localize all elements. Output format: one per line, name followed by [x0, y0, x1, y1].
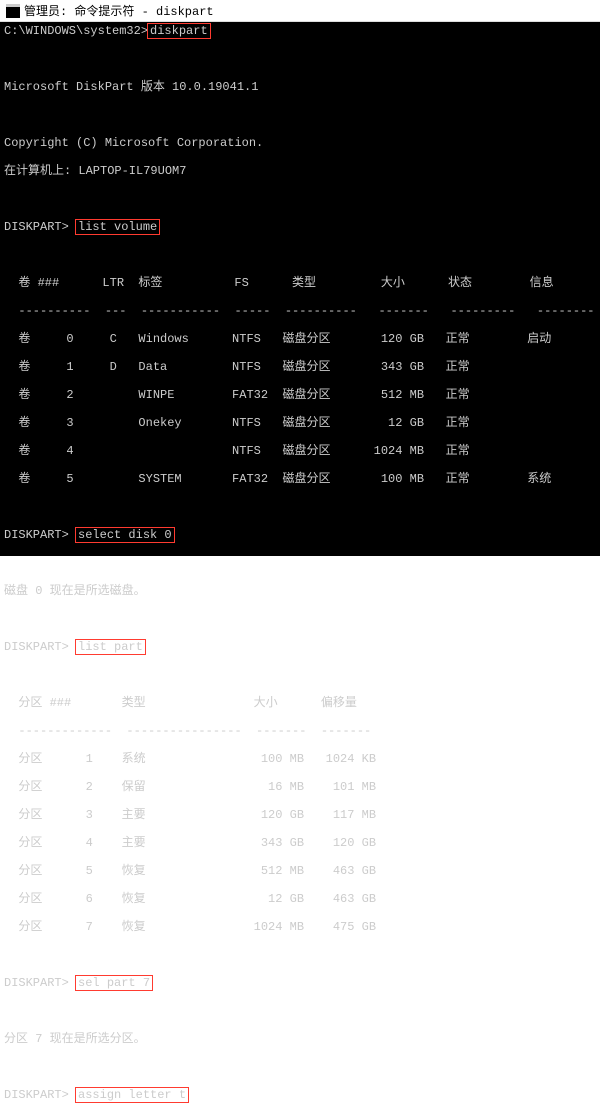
- prompt-path: C:\WINDOWS\system32>: [4, 24, 148, 38]
- blank-line: [4, 192, 596, 206]
- cmd-sel-part: sel part 7: [76, 976, 152, 990]
- blank-line: [4, 248, 596, 262]
- title-bar: 管理员: 命令提示符 - diskpart: [0, 0, 600, 22]
- diskpart-prompt: DISKPART>: [4, 1088, 76, 1102]
- blank-line: [4, 1060, 596, 1074]
- partition-separator: ------------- ---------------- ------- -…: [4, 724, 596, 738]
- volume-row: 卷 1 D Data NTFS 磁盘分区 343 GB 正常: [4, 360, 596, 374]
- blank-line: [4, 668, 596, 682]
- partition-row: 分区 4 主要 343 GB 120 GB: [4, 836, 596, 850]
- partition-row: 分区 5 恢复 512 MB 463 GB: [4, 864, 596, 878]
- blank-line: [4, 500, 596, 514]
- volume-row: 卷 3 Onekey NTFS 磁盘分区 12 GB 正常: [4, 416, 596, 430]
- volume-separator: ---------- --- ----------- ----- -------…: [4, 304, 596, 318]
- volume-row: 卷 2 WINPE FAT32 磁盘分区 512 MB 正常: [4, 388, 596, 402]
- cmd-diskpart: diskpart: [148, 24, 210, 38]
- copyright-line: Copyright (C) Microsoft Corporation.: [4, 136, 596, 150]
- disk-selected-msg: 磁盘 0 现在是所选磁盘。: [4, 584, 596, 598]
- part-selected-msg: 分区 7 现在是所选分区。: [4, 1032, 596, 1046]
- volume-row: 卷 4 NTFS 磁盘分区 1024 MB 正常: [4, 444, 596, 458]
- blank-line: [4, 1004, 596, 1018]
- partition-row: 分区 2 保留 16 MB 101 MB: [4, 780, 596, 794]
- diskpart-version: Microsoft DiskPart 版本 10.0.19041.1: [4, 80, 596, 94]
- computer-line: 在计算机上: LAPTOP-IL79UOM7: [4, 164, 596, 178]
- cmd-list-part: list part: [76, 640, 145, 654]
- cmd-list-volume: list volume: [76, 220, 159, 234]
- diskpart-prompt: DISKPART>: [4, 976, 76, 990]
- volume-row: 卷 5 SYSTEM FAT32 磁盘分区 100 MB 正常 系统: [4, 472, 596, 486]
- partition-row: 分区 1 系统 100 MB 1024 KB: [4, 752, 596, 766]
- diskpart-prompt: DISKPART>: [4, 528, 76, 542]
- diskpart-prompt: DISKPART>: [4, 220, 76, 234]
- cmd-icon: [6, 4, 20, 18]
- partition-row: 分区 6 恢复 12 GB 463 GB: [4, 892, 596, 906]
- blank-line: [4, 52, 596, 66]
- blank-line: [4, 556, 596, 570]
- volume-row: 卷 0 C Windows NTFS 磁盘分区 120 GB 正常 启动: [4, 332, 596, 346]
- blank-line: [4, 612, 596, 626]
- partition-header: 分区 ### 类型 大小 偏移量: [4, 696, 596, 710]
- terminal-output[interactable]: C:\WINDOWS\system32>diskpart Microsoft D…: [0, 22, 600, 556]
- diskpart-prompt: DISKPART>: [4, 640, 76, 654]
- volume-header: 卷 ### LTR 标签 FS 类型 大小 状态 信息: [4, 276, 596, 290]
- blank-line: [4, 948, 596, 962]
- blank-line: [4, 108, 596, 122]
- window-title: 管理员: 命令提示符 - diskpart: [24, 2, 214, 19]
- cmd-assign-letter: assign letter t: [76, 1088, 188, 1102]
- cmd-select-disk: select disk 0: [76, 528, 174, 542]
- partition-row: 分区 3 主要 120 GB 117 MB: [4, 808, 596, 822]
- partition-row: 分区 7 恢复 1024 MB 475 GB: [4, 920, 596, 934]
